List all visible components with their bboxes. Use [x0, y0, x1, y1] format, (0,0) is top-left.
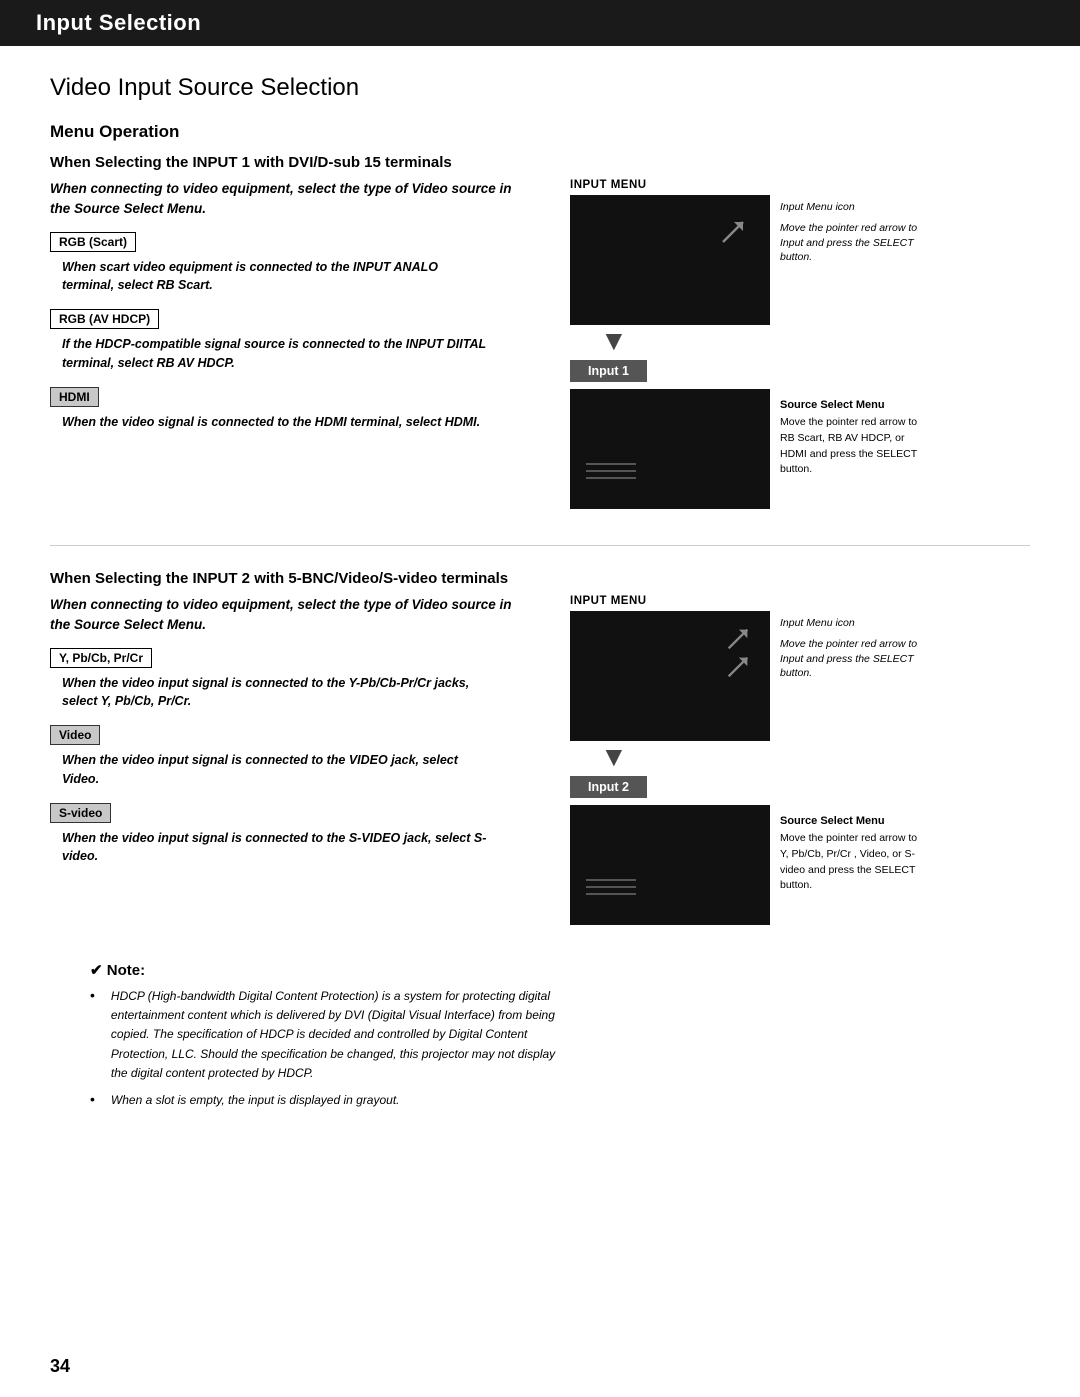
note-section: ✔ Note: • HDCP (High-bandwidth Digital C…: [50, 961, 1030, 1110]
tag-rgb-av-hdcp-desc: If the HDCP-compatible signal source is …: [62, 335, 492, 373]
left-col-1: When connecting to video equipment, sele…: [50, 179, 550, 445]
source-line-2a: [586, 879, 636, 881]
tag-rgb-av-hdcp: RGB (AV HDCP): [50, 309, 159, 329]
source-menu-label-text-2: Source Select Menu: [780, 815, 920, 827]
source-line-1b: [586, 470, 636, 472]
tag-rgb-scart: RGB (Scart): [50, 232, 136, 252]
section2-intro: When connecting to video equipment, sele…: [50, 595, 530, 636]
tag-y-pb-cb-desc: When the video input signal is connected…: [62, 674, 492, 712]
section-block-2: When Selecting the INPUT 2 with 5-BNC/Vi…: [50, 570, 1030, 925]
input-1-button: Input 1: [570, 360, 647, 382]
source-line-2c: [586, 893, 636, 895]
section-block-1: When Selecting the INPUT 1 with DVI/D-su…: [50, 154, 1030, 509]
note-text-2: When a slot is empty, the input is displ…: [111, 1091, 400, 1110]
input-menu-annotation-block-2: Input Menu icon Move the pointer red arr…: [780, 617, 930, 681]
source-menu-box-inner-1: [570, 389, 770, 509]
tag-s-video-desc: When the video input signal is connected…: [62, 829, 492, 867]
two-col-2: When connecting to video equipment, sele…: [50, 595, 1030, 925]
page-section-title: Video Input Source Selection: [50, 74, 1030, 102]
input-menu-box-inner-1: [570, 195, 770, 325]
tag-s-video: S-video: [50, 803, 111, 823]
input-menu-arrow-text-1: Move the pointer red arrow to Input and …: [780, 221, 930, 265]
header-title: Input Selection: [36, 10, 201, 35]
header-bar: Input Selection: [0, 0, 1080, 46]
note-bullet-2: • When a slot is empty, the input is dis…: [90, 1091, 1030, 1110]
note-bullet-1: • HDCP (High-bandwidth Digital Content P…: [90, 987, 1030, 1083]
tag-rgb-scart-desc: When scart video equipment is connected …: [62, 258, 492, 296]
section-heading-1: When Selecting the INPUT 1 with DVI/D-su…: [50, 154, 1030, 171]
input-menu-icon-text-2: Input Menu icon: [780, 617, 930, 629]
source-line-2b: [586, 886, 636, 888]
source-line-1a: [586, 463, 636, 465]
input-2-button: Input 2: [570, 776, 647, 798]
source-menu-box-inner-2: [570, 805, 770, 925]
source-menu-label-text-1: Source Select Menu: [780, 399, 920, 411]
main-content: Video Input Source Selection Menu Operat…: [0, 46, 1080, 1178]
input-menu-label-2: INPUT MENU: [570, 595, 647, 607]
tag-hdmi: HDMI: [50, 387, 99, 407]
tag-video-desc: When the video input signal is connected…: [62, 751, 492, 789]
source-menu-row-2: Source Select Menu Move the pointer red …: [570, 805, 920, 925]
section-divider: [50, 545, 1030, 546]
input-menu-row-1: Input Menu icon Move the pointer red arr…: [570, 195, 930, 325]
right-col-1: INPUT MENU: [550, 179, 1030, 509]
source-menu-annotation-block-1: Source Select Menu Move the pointer red …: [780, 399, 920, 478]
tag-y-pb-cb: Y, Pb/Cb, Pr/Cr: [50, 648, 152, 668]
down-arrow-2: ▼: [600, 743, 628, 771]
input-menu-label-1: INPUT MENU: [570, 179, 647, 191]
tag-video: Video: [50, 725, 100, 745]
input-menu-box-inner-2: [570, 611, 770, 741]
down-arrow-1: ▼: [600, 327, 628, 355]
source-menu-text-1: Move the pointer red arrow to RB Scart, …: [780, 415, 920, 478]
note-title: ✔ Note:: [90, 961, 1030, 979]
source-menu-lines-2: [586, 879, 636, 895]
tag-hdmi-desc: When the video signal is connected to th…: [62, 413, 492, 432]
source-line-1c: [586, 477, 636, 479]
input-menu-box-1: [570, 195, 770, 325]
source-menu-row-1: Source Select Menu Move the pointer red …: [570, 389, 920, 509]
left-col-2: When connecting to video equipment, sele…: [50, 595, 550, 880]
note-text-1: HDCP (High-bandwidth Digital Content Pro…: [111, 987, 571, 1083]
menu-arrow-icon-2a: [724, 625, 752, 656]
source-menu-box-1: [570, 389, 770, 509]
right-col-2: INPUT MENU: [550, 595, 1030, 925]
source-menu-text-2: Move the pointer red arrow to Y, Pb/Cb, …: [780, 831, 920, 894]
input-menu-annotation-block-1: Input Menu icon Move the pointer red arr…: [780, 201, 930, 265]
bullet-dot-1: •: [90, 987, 95, 1003]
sub-section-title: Menu Operation: [50, 122, 1030, 142]
input-menu-icon-text-1: Input Menu icon: [780, 201, 930, 213]
section1-intro: When connecting to video equipment, sele…: [50, 179, 530, 220]
page-number: 34: [50, 1356, 70, 1377]
menu-arrow-icon-1: [718, 217, 748, 250]
input-menu-row-2: Input Menu icon Move the pointer red arr…: [570, 611, 930, 741]
source-menu-lines-1: [586, 463, 636, 479]
bullet-dot-2: •: [90, 1091, 95, 1107]
source-menu-annotation-block-2: Source Select Menu Move the pointer red …: [780, 815, 920, 894]
input-menu-arrow-text-2: Move the pointer red arrow to Input and …: [780, 637, 930, 681]
input-menu-box-2: [570, 611, 770, 741]
section-heading-2: When Selecting the INPUT 2 with 5-BNC/Vi…: [50, 570, 1030, 587]
menu-arrow-icon-2b: [724, 653, 752, 684]
two-col-1: When connecting to video equipment, sele…: [50, 179, 1030, 509]
source-menu-box-2: [570, 805, 770, 925]
